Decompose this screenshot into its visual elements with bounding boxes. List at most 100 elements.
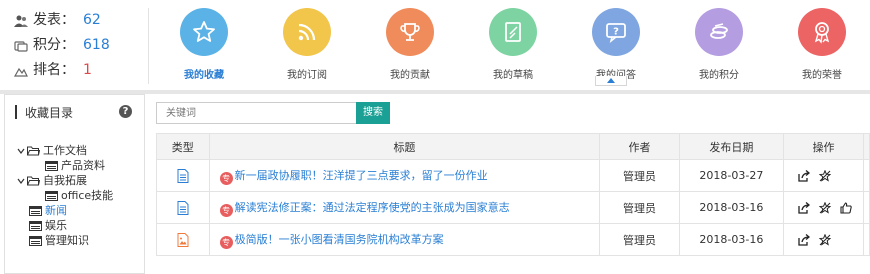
list-icon [45,190,58,201]
tree-label: office技能 [61,189,114,202]
favorites-table: 类型 标题 作者 发布日期 操作 专新一届政协履职！汪洋提了三点要求，留了一份作… [156,133,870,256]
tree-label: 工作文档 [43,144,87,157]
topic-badge: 专 [219,235,233,249]
topic-badge: 专 [219,203,233,217]
extra-cell [863,223,870,256]
stat-rank: 排名： 1 [14,58,148,83]
tree-label: 产品资料 [61,159,105,172]
article-title-link[interactable]: 解读宪法修正案：通过法定程序使党的主张成为国家意志 [235,201,510,214]
table-row: 专极简版！一张小图看清国务院机构改革方案 管理员 2018-03-16 [156,223,870,256]
draft-icon [489,8,537,56]
table-row: 专解读宪法修正案：通过法定程序使党的主张成为国家意志 管理员 2018-03-1… [156,191,870,224]
date-cell: 2018-03-16 [678,223,785,256]
chevron-down-icon [17,148,25,154]
nav-drafts-label: 我的草稿 [493,70,533,81]
nav-contributions-label: 我的贡献 [390,70,430,81]
actions-cell [783,191,865,224]
collapse-toggle[interactable] [595,76,627,86]
col-author: 作者 [599,133,680,160]
svg-text:?: ? [613,27,619,38]
tree-node-self-development[interactable]: 自我拓展 [17,173,144,188]
unfavorite-icon[interactable] [819,170,832,182]
trophy-icon [386,8,434,56]
table-row: 专新一届政协履职！汪洋提了三点要求，留了一份作业 管理员 2018-03-27 [156,159,870,192]
sidebar-header-accent [15,105,17,119]
help-icon[interactable]: ? [119,105,132,118]
nav-drafts[interactable]: 我的草稿 [473,8,553,81]
nav-favorites-label: 我的收藏 [184,70,224,81]
extra-cell [863,159,870,192]
coins-icon [695,8,743,56]
author-cell: 管理员 [599,223,680,256]
nav-qa[interactable]: ? 我的问答 [576,8,656,81]
folder-open-icon [27,176,40,185]
actions-cell [783,223,865,256]
search-input[interactable] [156,102,356,124]
folder-tree: 工作文档 产品资料 自我拓展 office技能 新闻 娱乐 管理知识 [5,129,144,248]
nav-honors[interactable]: 我的荣誉 [782,8,862,81]
date-cell: 2018-03-27 [678,159,785,192]
title-cell: 专新一届政协履职！汪洋提了三点要求，留了一份作业 [208,159,601,192]
chevron-up-icon [607,78,615,83]
header-divider [148,8,149,84]
title-cell: 专解读宪法修正案：通过法定程序使党的主张成为国家意志 [208,191,601,224]
tree-node-office-skills[interactable]: office技能 [17,188,144,203]
type-cell [156,159,210,192]
mountain-icon [14,67,28,77]
stat-points-value: 618 [83,37,110,53]
author-cell: 管理员 [599,159,680,192]
favorites-sidebar: 收藏目录 ? 工作文档 产品资料 自我拓展 office技能 新闻 娱乐 管理知… [4,94,145,274]
nav-favorites[interactable]: 我的收藏 [164,8,244,81]
people-icon [14,15,28,27]
chevron-down-icon [17,178,25,184]
article-title-link[interactable]: 极简版！一张小图看清国务院机构改革方案 [235,233,444,246]
tree-node-management[interactable]: 管理知识 [17,233,144,248]
share-icon[interactable] [798,202,811,214]
folder-open-icon [27,146,40,155]
star-icon [180,8,228,56]
stat-points-label: 积分： [33,37,75,53]
table-header-row: 类型 标题 作者 发布日期 操作 [156,133,870,160]
tree-label: 娱乐 [45,219,67,232]
share-icon[interactable] [798,170,811,182]
col-date: 发布日期 [678,133,785,160]
nav-subscriptions[interactable]: 我的订阅 [267,8,347,81]
search-button[interactable]: 搜索 [356,102,390,124]
tree-node-entertainment[interactable]: 娱乐 [17,218,144,233]
like-icon[interactable] [840,202,852,214]
search-bar: 搜索 [156,102,390,124]
nav-honors-label: 我的荣誉 [802,70,842,81]
col-title: 标题 [208,133,601,160]
type-cell [156,191,210,224]
tree-node-work-docs[interactable]: 工作文档 [17,143,144,158]
top-nav: 我的收藏 我的订阅 我的贡献 我的草稿 ? 我的问答 我的积分 我的荣誉 [152,0,870,90]
actions-cell [783,159,865,192]
share-icon[interactable] [798,234,811,246]
unfavorite-icon[interactable] [819,202,832,214]
sidebar-title: 收藏目录 [25,105,74,120]
question-icon: ? [592,8,640,56]
tree-label: 新闻 [45,204,67,217]
main-content: 搜索 类型 标题 作者 发布日期 操作 专新一届政协履职！汪洋提了三点要求，留了… [150,94,870,274]
list-icon [29,235,42,246]
nav-contributions[interactable]: 我的贡献 [370,8,450,81]
col-type: 类型 [156,133,210,160]
rss-icon [283,8,331,56]
article-title-link[interactable]: 新一届政协履职！汪洋提了三点要求，留了一份作业 [235,169,488,182]
tree-label: 管理知识 [45,234,89,247]
unfavorite-icon[interactable] [819,234,832,246]
medal-icon [798,8,846,56]
list-icon [29,220,42,231]
list-icon [45,160,58,171]
image-file-icon [177,232,189,247]
tree-label: 自我拓展 [43,174,87,187]
nav-points-label: 我的积分 [699,70,739,81]
nav-subscriptions-label: 我的订阅 [287,70,327,81]
stat-rank-value: 1 [83,62,92,78]
type-cell [156,223,210,256]
topic-badge: 专 [219,171,233,185]
tree-node-news[interactable]: 新闻 [17,203,144,218]
stat-points: 积分： 618 [14,33,148,58]
nav-points[interactable]: 我的积分 [679,8,759,81]
tree-node-product-docs[interactable]: 产品资料 [17,158,144,173]
